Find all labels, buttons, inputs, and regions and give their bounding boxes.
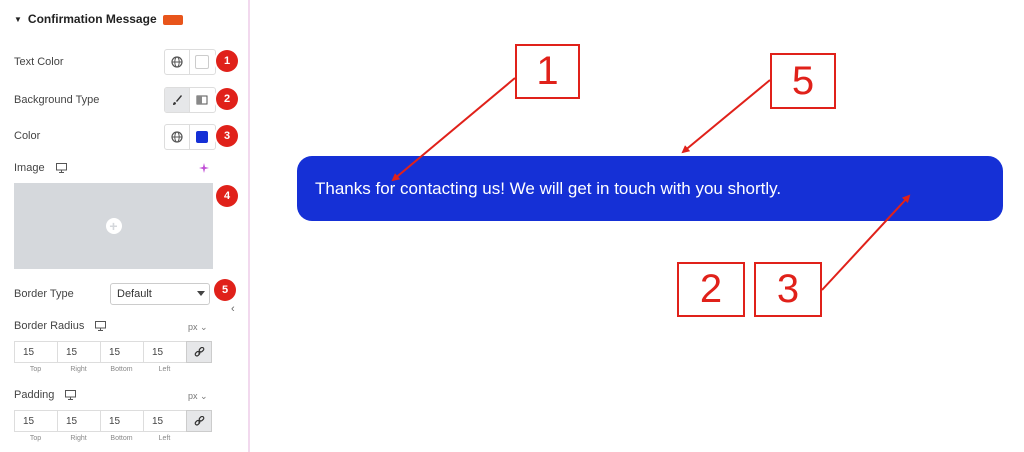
arrow-5 (681, 79, 771, 154)
arrow-2-3 (821, 194, 911, 291)
annotation-arrows (391, 77, 911, 291)
arrow-1 (391, 77, 516, 182)
